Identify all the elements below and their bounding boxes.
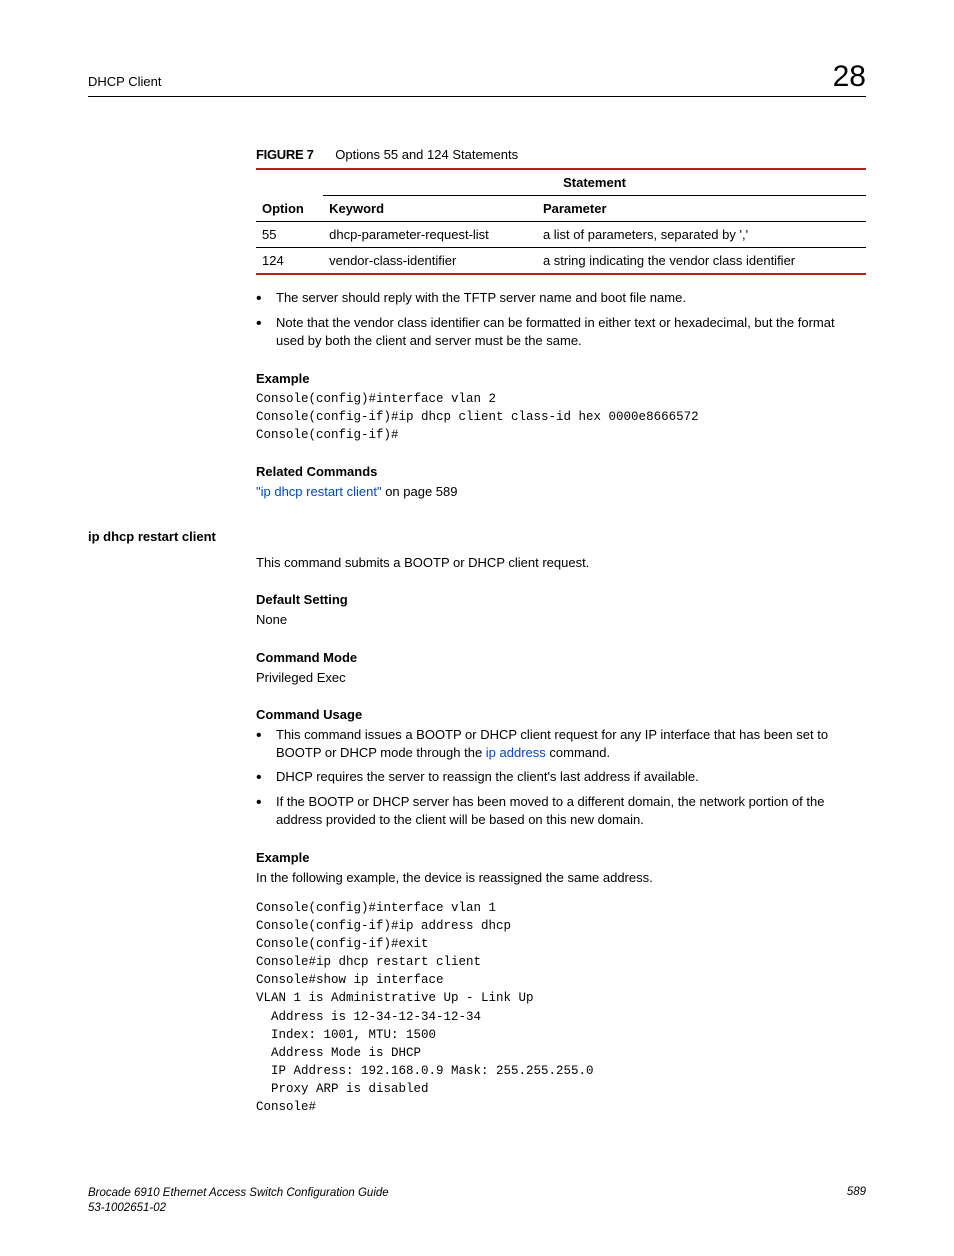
note-text: Note that the vendor class identifier ca…: [276, 314, 866, 350]
example-intro: In the following example, the device is …: [256, 869, 866, 887]
th-parameter: Parameter: [537, 196, 866, 222]
usage-text: DHCP requires the server to reassign the…: [276, 768, 699, 787]
options-table: Option Statement Keyword Parameter 55 dh…: [256, 168, 866, 275]
bullet-icon: •: [256, 768, 276, 787]
bullet-icon: •: [256, 726, 276, 762]
chapter-number: 28: [833, 60, 866, 94]
cell-option: 124: [256, 248, 323, 275]
related-heading: Related Commands: [256, 464, 866, 479]
list-item: • DHCP requires the server to reassign t…: [256, 768, 866, 787]
figure-caption: FIGURE 7 Options 55 and 124 Statements: [256, 147, 866, 162]
page-footer: Brocade 6910 Ethernet Access Switch Conf…: [88, 1186, 866, 1216]
cell-keyword: dhcp-parameter-request-list: [323, 222, 537, 248]
cell-keyword: vendor-class-identifier: [323, 248, 537, 275]
header-title: DHCP Client: [88, 74, 161, 89]
note-text: The server should reply with the TFTP se…: [276, 289, 686, 308]
th-option: Option: [256, 169, 323, 222]
th-keyword: Keyword: [323, 196, 537, 222]
code-block: Console(config)#interface vlan 2 Console…: [256, 390, 866, 444]
usage-suffix: command.: [546, 745, 610, 760]
section-title: ip dhcp restart client: [88, 529, 866, 544]
ip-address-link[interactable]: ip address: [486, 745, 546, 760]
mode-value: Privileged Exec: [256, 669, 866, 687]
table-row: 55 dhcp-parameter-request-list a list of…: [256, 222, 866, 248]
related-link[interactable]: "ip dhcp restart client": [256, 484, 382, 499]
figure-label: FIGURE 7: [256, 147, 314, 162]
related-link-line: "ip dhcp restart client" on page 589: [256, 483, 866, 501]
bullet-icon: •: [256, 314, 276, 350]
usage-text: If the BOOTP or DHCP server has been mov…: [276, 793, 866, 829]
figure-title: Options 55 and 124 Statements: [335, 147, 518, 162]
th-statement: Statement: [323, 169, 866, 196]
cell-option: 55: [256, 222, 323, 248]
list-item: • The server should reply with the TFTP …: [256, 289, 866, 308]
bullet-icon: •: [256, 289, 276, 308]
cell-parameter: a string indicating the vendor class ide…: [537, 248, 866, 275]
cell-parameter: a list of parameters, separated by ',': [537, 222, 866, 248]
bullet-icon: •: [256, 793, 276, 829]
list-item: • This command issues a BOOTP or DHCP cl…: [256, 726, 866, 762]
mode-heading: Command Mode: [256, 650, 866, 665]
example-heading: Example: [256, 850, 866, 865]
page-number: 589: [847, 1186, 866, 1216]
table-row: 124 vendor-class-identifier a string ind…: [256, 248, 866, 275]
related-suffix: on page 589: [382, 484, 458, 499]
list-item: • Note that the vendor class identifier …: [256, 314, 866, 350]
page-header: DHCP Client 28: [88, 60, 866, 97]
code-block: Console(config)#interface vlan 1 Console…: [256, 899, 866, 1117]
usage-heading: Command Usage: [256, 707, 866, 722]
footer-docnum: 53-1002651-02: [88, 1201, 389, 1216]
default-value: None: [256, 611, 866, 629]
footer-title: Brocade 6910 Ethernet Access Switch Conf…: [88, 1186, 389, 1201]
example-heading: Example: [256, 371, 866, 386]
list-item: • If the BOOTP or DHCP server has been m…: [256, 793, 866, 829]
default-heading: Default Setting: [256, 592, 866, 607]
usage-text: This command issues a BOOTP or DHCP clie…: [276, 726, 866, 762]
notes-list: • The server should reply with the TFTP …: [256, 289, 866, 351]
section-intro: This command submits a BOOTP or DHCP cli…: [256, 554, 866, 572]
